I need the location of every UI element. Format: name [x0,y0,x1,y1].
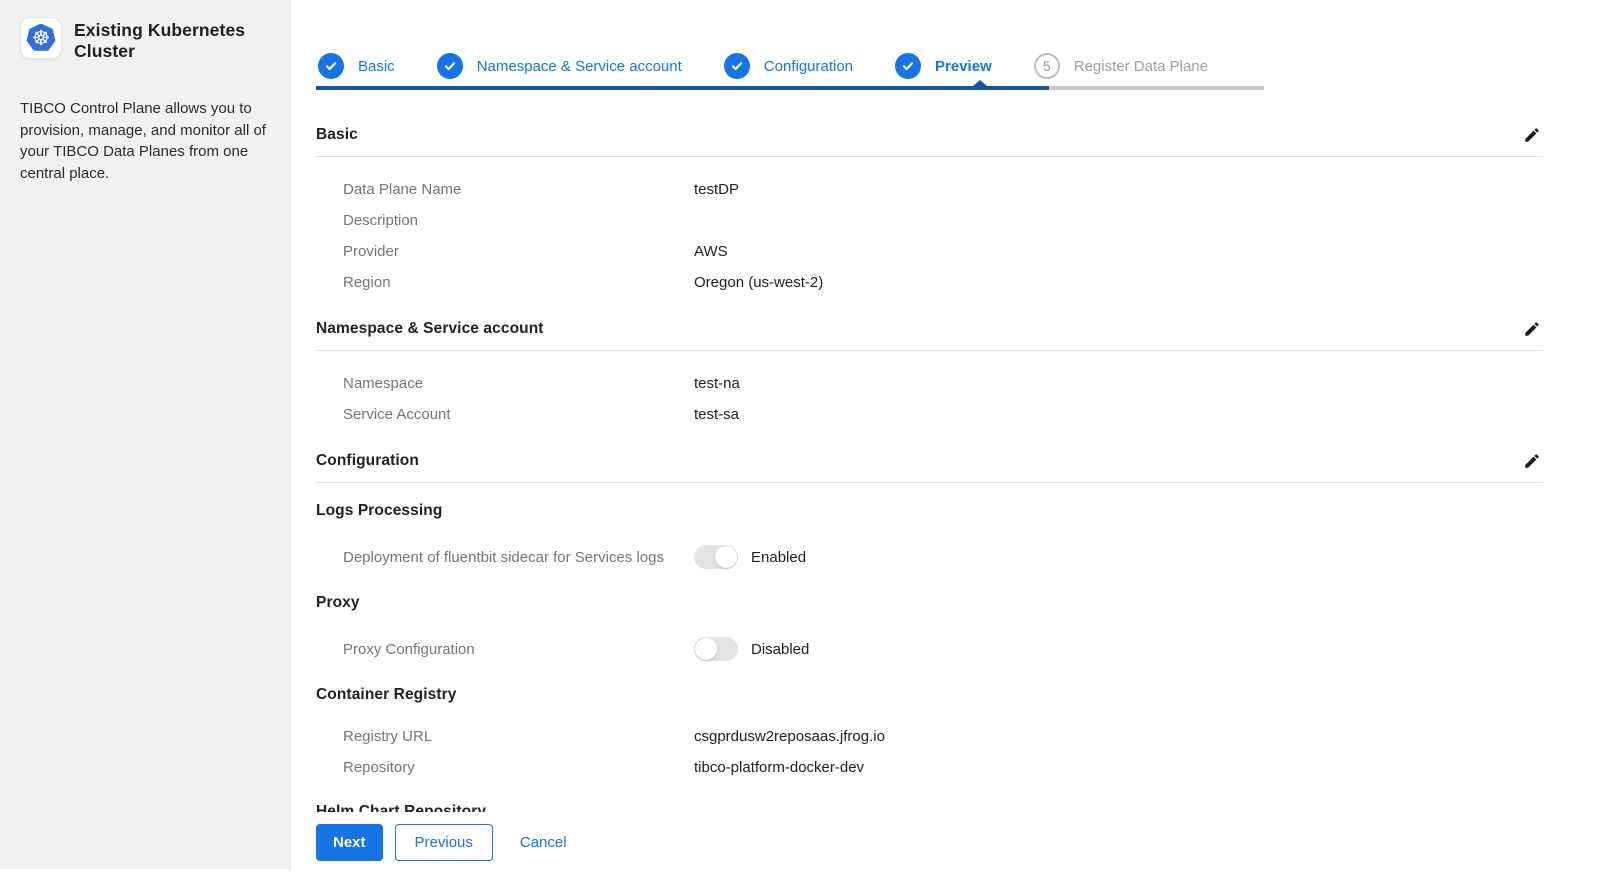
basic-fields: Data Plane Name testDP Description Provi… [316,174,1543,298]
step-number: 5 [1043,58,1051,74]
field-row-repository: Repository tibco-platform-docker-dev [316,752,1543,783]
cancel-button[interactable]: Cancel [518,824,569,861]
subsection-helm-chart-repository-title: Helm Chart Repository [316,803,1543,812]
field-label: Service Account [343,406,694,423]
wizard-footer: Next Previous Cancel [292,812,1611,877]
pencil-icon [1523,452,1541,470]
provision-data-plane-page: ☸ Existing Kubernetes Cluster TIBCO Cont… [0,0,1611,877]
field-label: Repository [343,759,694,776]
sidebar-header: ☸ Existing Kubernetes Cluster [20,17,269,62]
field-label: Description [343,212,694,229]
field-value: test-sa [694,406,739,423]
step-label: Namespace & Service account [477,58,682,75]
check-icon [895,53,921,79]
step-preview[interactable]: Preview [895,53,992,79]
field-label: Registry URL [343,728,694,745]
section-title: Namespace & Service account [316,320,544,338]
fluentbit-toggle[interactable] [694,545,738,569]
step-register-data-plane[interactable]: 5 Register Data Plane [1034,53,1208,79]
subsection-container-registry-title: Container Registry [316,686,1543,704]
field-label: Provider [343,243,694,260]
toggle-label: Proxy Configuration [343,641,694,658]
step-basic[interactable]: Basic [318,53,395,79]
stepper-progress-remaining [1049,86,1264,90]
stepper-progress-track [316,86,1543,96]
field-row-service-account: Service Account test-sa [316,399,1543,430]
section-basic-header: Basic [316,124,1543,146]
wizard-content: Basic Namespace & Service account Config… [292,0,1611,812]
step-namespace-service-account[interactable]: Namespace & Service account [437,53,682,79]
toggle-state-label: Enabled [751,549,806,566]
divider [316,156,1543,157]
field-row-provider: Provider AWS [316,236,1543,267]
sidebar-description: TIBCO Control Plane allows you to provis… [20,98,269,184]
step-label: Basic [358,58,395,75]
field-value: test-na [694,375,740,392]
sidebar: ☸ Existing Kubernetes Cluster TIBCO Cont… [0,0,291,869]
field-value: Oregon (us-west-2) [694,274,823,291]
proxy-toggle[interactable] [694,637,738,661]
pencil-icon [1523,126,1541,144]
toggle-row-proxy: Proxy Configuration Disabled [316,636,1543,662]
field-label: Region [343,274,694,291]
field-row-namespace: Namespace test-na [316,368,1543,399]
toggle-state-label: Disabled [751,641,809,658]
section-configuration: Configuration Logs Processing Deployment… [316,450,1543,812]
field-value: testDP [694,181,739,198]
kubernetes-wheel-icon: ☸ [26,24,56,53]
toggle-row-fluentbit: Deployment of fluentbit sidecar for Serv… [316,544,1543,570]
step-label: Register Data Plane [1074,58,1208,75]
field-row-data-plane-name: Data Plane Name testDP [316,174,1543,205]
step-configuration[interactable]: Configuration [724,53,853,79]
divider [316,350,1543,351]
field-value: csgprdusw2reposaas.jfrog.io [694,728,885,745]
kubernetes-icon: ☸ [20,17,62,59]
pencil-icon [1523,320,1541,338]
subsection-logs-processing-title: Logs Processing [316,502,1543,520]
step-number-circle: 5 [1034,53,1060,79]
section-namespace-header: Namespace & Service account [316,318,1543,340]
section-namespace-service-account: Namespace & Service account Namespace te… [316,318,1543,430]
subsection-proxy-title: Proxy [316,594,1543,612]
page-title: Existing Kubernetes Cluster [74,17,269,62]
step-label: Configuration [764,58,853,75]
wizard-stepper: Basic Namespace & Service account Config… [316,53,1543,79]
field-row-registry-url: Registry URL csgprdusw2reposaas.jfrog.io [316,721,1543,752]
field-row-description: Description [316,205,1543,236]
divider [316,482,1543,483]
edit-configuration-button[interactable] [1521,450,1543,472]
field-value: AWS [694,243,728,260]
check-icon [724,53,750,79]
next-button[interactable]: Next [316,824,383,861]
edit-basic-button[interactable] [1521,124,1543,146]
field-value: tibco-platform-docker-dev [694,759,864,776]
active-step-caret-icon [973,80,987,86]
toggle-knob [715,546,737,568]
section-title: Basic [316,126,358,144]
section-configuration-header: Configuration [316,450,1543,472]
main-panel: Basic Namespace & Service account Config… [292,0,1611,877]
namespace-fields: Namespace test-na Service Account test-s… [316,368,1543,430]
check-icon [318,53,344,79]
field-label: Data Plane Name [343,181,694,198]
toggle-label: Deployment of fluentbit sidecar for Serv… [343,549,694,566]
step-label: Preview [935,58,992,75]
section-title: Configuration [316,452,419,470]
section-basic: Basic Data Plane Name testDP Description [316,124,1543,298]
field-row-region: Region Oregon (us-west-2) [316,267,1543,298]
check-icon [437,53,463,79]
stepper-progress-completed [316,86,1049,90]
previous-button[interactable]: Previous [395,824,493,861]
toggle-knob [695,638,717,660]
edit-namespace-button[interactable] [1521,318,1543,340]
container-registry-fields: Registry URL csgprdusw2reposaas.jfrog.io… [316,721,1543,783]
field-label: Namespace [343,375,694,392]
